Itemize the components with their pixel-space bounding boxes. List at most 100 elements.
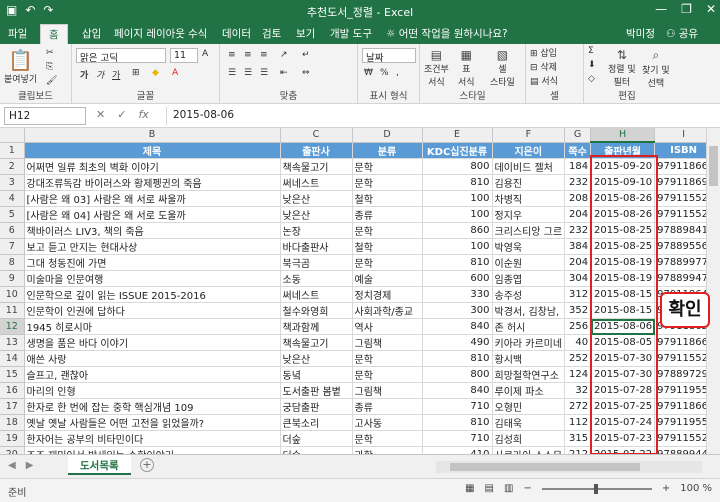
grow-font-icon[interactable]: A [202,49,208,59]
table-cell[interactable]: 315 [564,430,592,447]
table-cell[interactable]: 860 [422,222,493,239]
font-size-select[interactable]: 11 [170,48,198,63]
table-cell[interactable]: 낮은산 [280,206,353,223]
indent-icon[interactable]: ⇤ [280,68,288,78]
table-cell[interactable]: 낮은산 [280,190,353,207]
table-cell[interactable]: 한자어는 공부의 비타민이다 [24,430,281,447]
table-cell[interactable]: 오형민 [492,398,566,415]
table-cell[interactable]: 2015-08-26 [590,190,656,207]
table-cell[interactable]: 종류 [352,398,423,415]
tab-review[interactable]: 검토 [262,26,281,41]
insert-cells-button[interactable]: ⊞ 삽입 [530,46,557,59]
row-number[interactable]: 17 [0,398,25,415]
table-cell[interactable]: 2015-07-25 [590,398,656,415]
table-cell[interactable]: 김태욱 [492,414,566,431]
align-right-icon[interactable]: ☰ [260,68,268,78]
table-cell[interactable]: 97889841 [654,222,714,239]
user-name[interactable]: 박미정 [626,26,655,41]
align-left-icon[interactable]: ☰ [228,68,236,78]
border-icon[interactable]: ⊞ [132,68,140,78]
table-cell[interactable]: 어쩌면 일류 최초의 벽화 이야기 [24,158,281,175]
table-cell[interactable]: 100 [422,206,493,223]
table-cell[interactable]: 124 [564,366,592,383]
table-cell[interactable]: 그대 청동진에 가면 [24,254,281,271]
table-cell[interactable]: 204 [564,206,592,223]
table-cell[interactable]: 710 [422,398,493,415]
row-number[interactable]: 12 [0,318,25,335]
tab-formulas[interactable]: 수식 [188,26,207,41]
table-cell[interactable]: 2015-07-30 [590,350,656,367]
table-cell[interactable]: 써네스트 [280,286,353,303]
table-cell[interactable]: 옛날 옛날 사람들은 어떤 고전을 읽었을까? [24,414,281,431]
clear-icon[interactable]: ◇ [588,74,595,84]
table-cell[interactable]: 문학 [352,174,423,191]
table-cell[interactable]: 32 [564,382,592,399]
zoom-slider[interactable] [541,483,652,494]
table-cell[interactable]: 도서출판 봄볕 [280,382,353,399]
column-title-cell[interactable]: 분류 [352,142,423,159]
table-cell[interactable]: 97911869 [654,174,714,191]
function-icon[interactable]: fx [138,108,148,121]
table-cell[interactable]: 책속물고기 [280,158,353,175]
share-button[interactable]: ⚇ 공유 [666,26,698,41]
table-cell[interactable]: 김용진 [492,174,566,191]
table-cell[interactable]: 100 [422,238,493,255]
page-break-view-icon[interactable]: ▥ [504,483,513,494]
table-cell[interactable]: 궁담출판 [280,398,353,415]
table-cell[interactable]: 루이제 파소 [492,382,566,399]
tab-file[interactable]: 파일 [8,26,27,41]
table-cell[interactable]: 2015-08-06 [590,318,656,335]
table-cell[interactable]: 710 [422,430,493,447]
table-cell[interactable]: 232 [564,174,592,191]
table-cell[interactable]: 철학 [352,190,423,207]
fill-color-icon[interactable]: ◆ [152,68,159,78]
row-number[interactable]: 15 [0,366,25,383]
column-header-d[interactable]: D [352,128,423,143]
table-cell[interactable]: 북극곰 [280,254,353,271]
table-cell[interactable]: 2015-08-19 [590,254,656,271]
table-cell[interactable]: 더숲 [280,430,353,447]
table-cell[interactable]: 840 [422,382,493,399]
table-cell[interactable]: [사람은 왜 03] 사람은 왜 서로 싸울까 [24,190,281,207]
column-header-e[interactable]: E [422,128,493,143]
table-cell[interactable]: 97911866 [654,158,714,175]
currency-icon[interactable]: ₩ [364,68,373,78]
table-cell[interactable]: 키아라 카르미네 [492,334,566,351]
table-cell[interactable]: 애쓴 사랑 [24,350,281,367]
table-cell[interactable]: 문학 [352,222,423,239]
table-cell[interactable]: 100 [422,190,493,207]
table-cell[interactable]: 2015-08-05 [590,334,656,351]
row-number[interactable]: 1 [0,142,25,159]
row-number[interactable]: 10 [0,286,25,303]
table-cell[interactable]: 252 [564,350,592,367]
table-cell[interactable]: 40 [564,334,592,351]
table-cell[interactable]: 그림책 [352,382,423,399]
copy-icon[interactable]: ⎘ [46,62,53,72]
table-cell[interactable]: 문학 [352,350,423,367]
table-cell[interactable]: 112 [564,414,592,431]
table-cell[interactable]: [사람은 왜 04] 사람은 왜 서로 도울까 [24,206,281,223]
tab-developer[interactable]: 개발 도구 [330,26,372,41]
table-cell[interactable]: 800 [422,366,493,383]
table-cell[interactable]: 810 [422,254,493,271]
table-cell[interactable]: 문학 [352,158,423,175]
row-number[interactable]: 6 [0,222,25,239]
zoom-knob[interactable] [593,483,598,494]
conditional-format-button[interactable]: ▤ 조건부 서식 [424,48,449,88]
table-cell[interactable]: 문학 [352,430,423,447]
next-sheet-icon[interactable]: ▶ [26,460,34,471]
table-cell[interactable]: 써네스트 [280,174,353,191]
column-header-c[interactable]: C [280,128,353,143]
table-cell[interactable]: 문학 [352,366,423,383]
row-number[interactable]: 3 [0,174,25,191]
find-select-button[interactable]: ⌕ 찾기 및 선택 [642,48,670,89]
underline-button[interactable]: 가 [112,68,120,81]
table-cell[interactable]: 사쿠라이 스스무 [492,446,566,454]
table-cell[interactable]: 낮은산 [280,350,353,367]
table-cell[interactable]: 박경서, 김창남, [492,302,566,319]
scroll-thumb[interactable] [709,146,718,186]
table-cell[interactable]: 97911552 [654,206,714,223]
table-cell[interactable]: 2015-07-28 [590,382,656,399]
row-number[interactable]: 11 [0,302,25,319]
column-title-cell[interactable]: 출판년월 [590,142,656,159]
